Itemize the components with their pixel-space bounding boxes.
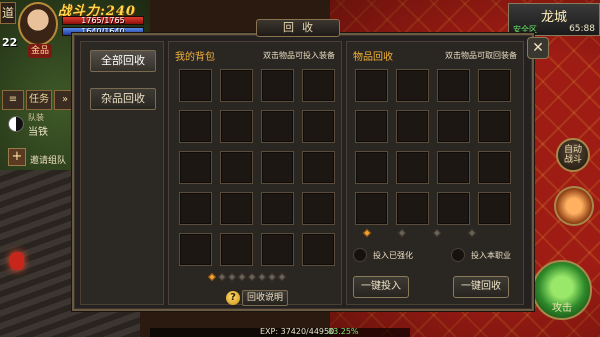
recycle-slot[interactable] (355, 110, 388, 143)
task-button[interactable]: 任务 (26, 90, 52, 110)
exp-text: EXP: 37420/44950 (260, 327, 335, 336)
recycle-title: 物品回收 (353, 52, 393, 63)
bag-slot[interactable] (220, 192, 253, 225)
category-misc-recycle[interactable]: 杂品回收 (90, 88, 156, 110)
bag-slot[interactable] (220, 69, 253, 102)
close-button[interactable]: ✕ (527, 37, 549, 59)
avatar[interactable] (18, 2, 58, 46)
bag-slot[interactable] (220, 233, 253, 266)
bag-slot[interactable] (302, 69, 335, 102)
recycle-slot[interactable] (396, 69, 429, 102)
dao-badge: 道 (0, 2, 16, 24)
bag-slot[interactable] (261, 151, 294, 184)
bag-slot[interactable] (261, 69, 294, 102)
bag-slot[interactable] (261, 233, 294, 266)
minimap[interactable]: 龙城 安全区 65:88 (508, 3, 600, 36)
bag-slot[interactable] (179, 69, 212, 102)
bag-page-dot[interactable] (267, 272, 277, 282)
yin-yang-icon (8, 116, 24, 132)
question-icon: ? (226, 291, 240, 305)
recycle-slot[interactable] (396, 110, 429, 143)
plus-icon[interactable]: + (8, 148, 26, 166)
recycle-slot[interactable] (437, 192, 470, 225)
recycle-page-dots (362, 228, 477, 238)
team-label: 队装 (28, 113, 44, 122)
option-class[interactable]: 投入本职业 (451, 248, 511, 262)
invite-team-button[interactable]: 邀请组队 (30, 153, 66, 166)
attack-button[interactable]: 攻击 (532, 260, 592, 320)
bag-page-dot[interactable] (217, 272, 227, 282)
recycle-page-dot[interactable] (397, 228, 407, 238)
bag-slot[interactable] (179, 233, 212, 266)
map-name: 龙城 (540, 10, 567, 25)
put-all-button[interactable]: 一键投入 (353, 276, 409, 298)
recycle-slot[interactable] (437, 110, 470, 143)
recycle-page-dot[interactable] (467, 228, 477, 238)
panel-title: 回收 (256, 19, 340, 37)
recycle-slot[interactable] (396, 151, 429, 184)
recycle-slot[interactable] (355, 192, 388, 225)
bag-page-dot[interactable] (207, 272, 217, 282)
bag-slot[interactable] (220, 151, 253, 184)
bag-slot[interactable] (302, 233, 335, 266)
class-label: 投入本职业 (471, 250, 511, 260)
exp-percent: 83.25% (328, 327, 359, 336)
lantern (10, 252, 24, 270)
bag-page-dot[interactable] (257, 272, 267, 282)
bag-hint: 双击物品可投入装备 (263, 51, 335, 60)
recycle-page-dot[interactable] (432, 228, 442, 238)
recycle-section: 物品回收 双击物品可取回装备 投入已强化 投入本职业 一键投入 一键回收 (346, 41, 524, 305)
recycle-slot[interactable] (478, 110, 511, 143)
task-icon[interactable]: ≡ (2, 90, 24, 110)
bag-slot[interactable] (302, 110, 335, 143)
recycle-hint: 双击物品可取回装备 (445, 51, 517, 60)
bag-page-dot[interactable] (237, 272, 247, 282)
hp-bar: 1765/1765 (62, 16, 144, 25)
map-coords: 65:88 (569, 24, 595, 34)
recycle-slot[interactable] (437, 69, 470, 102)
enhanced-label: 投入已强化 (373, 250, 413, 260)
bag-slot[interactable] (302, 151, 335, 184)
hp-text: 1765/1765 (81, 16, 125, 25)
combat-power: 战斗力:240 (58, 4, 136, 19)
recycle-help-button[interactable]: ? 回收说明 (226, 290, 289, 306)
fire-skill-icon[interactable] (554, 186, 594, 226)
recycle-slot[interactable] (396, 192, 429, 225)
recycle-slot[interactable] (355, 151, 388, 184)
help-label: 回收说明 (242, 290, 289, 306)
class-checkbox[interactable] (451, 248, 465, 262)
recycle-slot[interactable] (478, 69, 511, 102)
bag-section: 我的背包 双击物品可投入装备 (168, 41, 342, 305)
recycle-slot[interactable] (355, 69, 388, 102)
bag-page-dot[interactable] (277, 272, 287, 282)
bag-slot[interactable] (179, 151, 212, 184)
enhanced-checkbox[interactable] (353, 248, 367, 262)
bag-title: 我的背包 (175, 52, 215, 63)
option-enhanced[interactable]: 投入已强化 (353, 248, 413, 262)
bag-slot[interactable] (179, 192, 212, 225)
bag-slot[interactable] (220, 110, 253, 143)
exp-bar: EXP: 37420/44950 83.25% (150, 327, 410, 337)
recycle-all-button[interactable]: 一键回收 (453, 276, 509, 298)
bag-page-dots (207, 272, 287, 282)
bag-slot[interactable] (302, 192, 335, 225)
recycle-page-dot[interactable] (362, 228, 372, 238)
bag-slot[interactable] (179, 110, 212, 143)
category-all-recycle[interactable]: 全部回收 (90, 50, 156, 72)
recycle-grid (355, 69, 511, 225)
bag-slot[interactable] (261, 192, 294, 225)
bag-page-dot[interactable] (247, 272, 257, 282)
auto-fight-button[interactable]: 自动 战斗 (556, 138, 590, 172)
recycle-slot[interactable] (478, 151, 511, 184)
player-name: 金品 (28, 44, 52, 58)
bag-grid (179, 69, 335, 266)
category-column: 全部回收 杂品回收 (80, 41, 164, 305)
team-name: 当铁 (28, 127, 48, 138)
recycle-slot[interactable] (478, 192, 511, 225)
player-level: 22 (2, 36, 18, 49)
bag-page-dot[interactable] (227, 272, 237, 282)
bag-slot[interactable] (261, 110, 294, 143)
recycle-slot[interactable] (437, 151, 470, 184)
